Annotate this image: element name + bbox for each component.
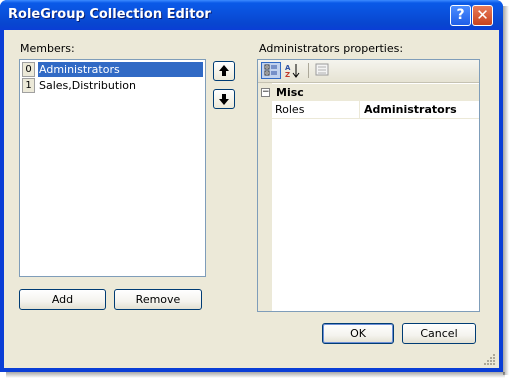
window-title: RoleGroup Collection Editor — [8, 7, 211, 22]
close-button[interactable]: ✕ — [472, 5, 493, 26]
arrow-down-icon — [219, 94, 229, 105]
toolbar-separator — [308, 63, 309, 78]
property-grid[interactable]: A Z − Misc Roles Administrators — [257, 59, 480, 312]
property-value[interactable]: Administrators — [361, 101, 479, 118]
property-name: Roles — [272, 101, 360, 118]
list-item-text: Administrators — [38, 62, 203, 77]
window-shadow-right — [503, 6, 509, 375]
window-shadow-bottom — [6, 372, 505, 378]
cancel-button[interactable]: Cancel — [402, 323, 476, 344]
property-row-roles[interactable]: Roles Administrators — [272, 101, 479, 119]
help-icon: ? — [456, 7, 465, 23]
members-label: Members: — [20, 42, 75, 55]
move-down-button[interactable] — [213, 89, 235, 109]
add-button[interactable]: Add — [19, 289, 106, 310]
list-item-text: Sales,Distribution — [39, 79, 136, 92]
property-pages-icon — [315, 63, 329, 76]
category-name: Misc — [276, 86, 304, 99]
property-grid-margin — [258, 83, 272, 311]
list-item[interactable]: 1 Sales,Distribution — [22, 78, 203, 93]
remove-button[interactable]: Remove — [114, 289, 202, 310]
dialog-window: RoleGroup Collection Editor ? ✕ Members:… — [0, 0, 503, 372]
alphabetical-icon: A Z — [285, 64, 300, 79]
members-listbox[interactable]: 0 Administrators 1 Sales,Distribution — [19, 59, 206, 277]
svg-text:Z: Z — [285, 71, 290, 79]
properties-label: Administrators properties: — [259, 42, 404, 55]
property-pages-button[interactable] — [313, 62, 333, 79]
category-row-misc[interactable]: − Misc — [258, 84, 479, 101]
arrow-up-icon — [219, 65, 229, 76]
list-item-index: 1 — [22, 78, 35, 93]
categorized-icon — [264, 64, 277, 76]
dialog-client-area: Members: 0 Administrators 1 Sales,Distri… — [4, 30, 499, 368]
close-icon: ✕ — [476, 6, 489, 24]
move-up-button[interactable] — [213, 61, 235, 81]
collapse-icon[interactable]: − — [261, 88, 270, 97]
categorized-button[interactable] — [261, 62, 281, 79]
list-item-index: 0 — [22, 62, 35, 77]
title-bar[interactable]: RoleGroup Collection Editor ? ✕ — [0, 0, 503, 30]
alphabetical-button[interactable]: A Z — [283, 62, 303, 79]
ok-button[interactable]: OK — [322, 323, 394, 344]
resize-grip-icon[interactable] — [484, 353, 496, 365]
property-grid-toolbar: A Z — [258, 60, 479, 83]
help-button[interactable]: ? — [450, 5, 471, 26]
list-item[interactable]: 0 Administrators — [22, 62, 203, 77]
